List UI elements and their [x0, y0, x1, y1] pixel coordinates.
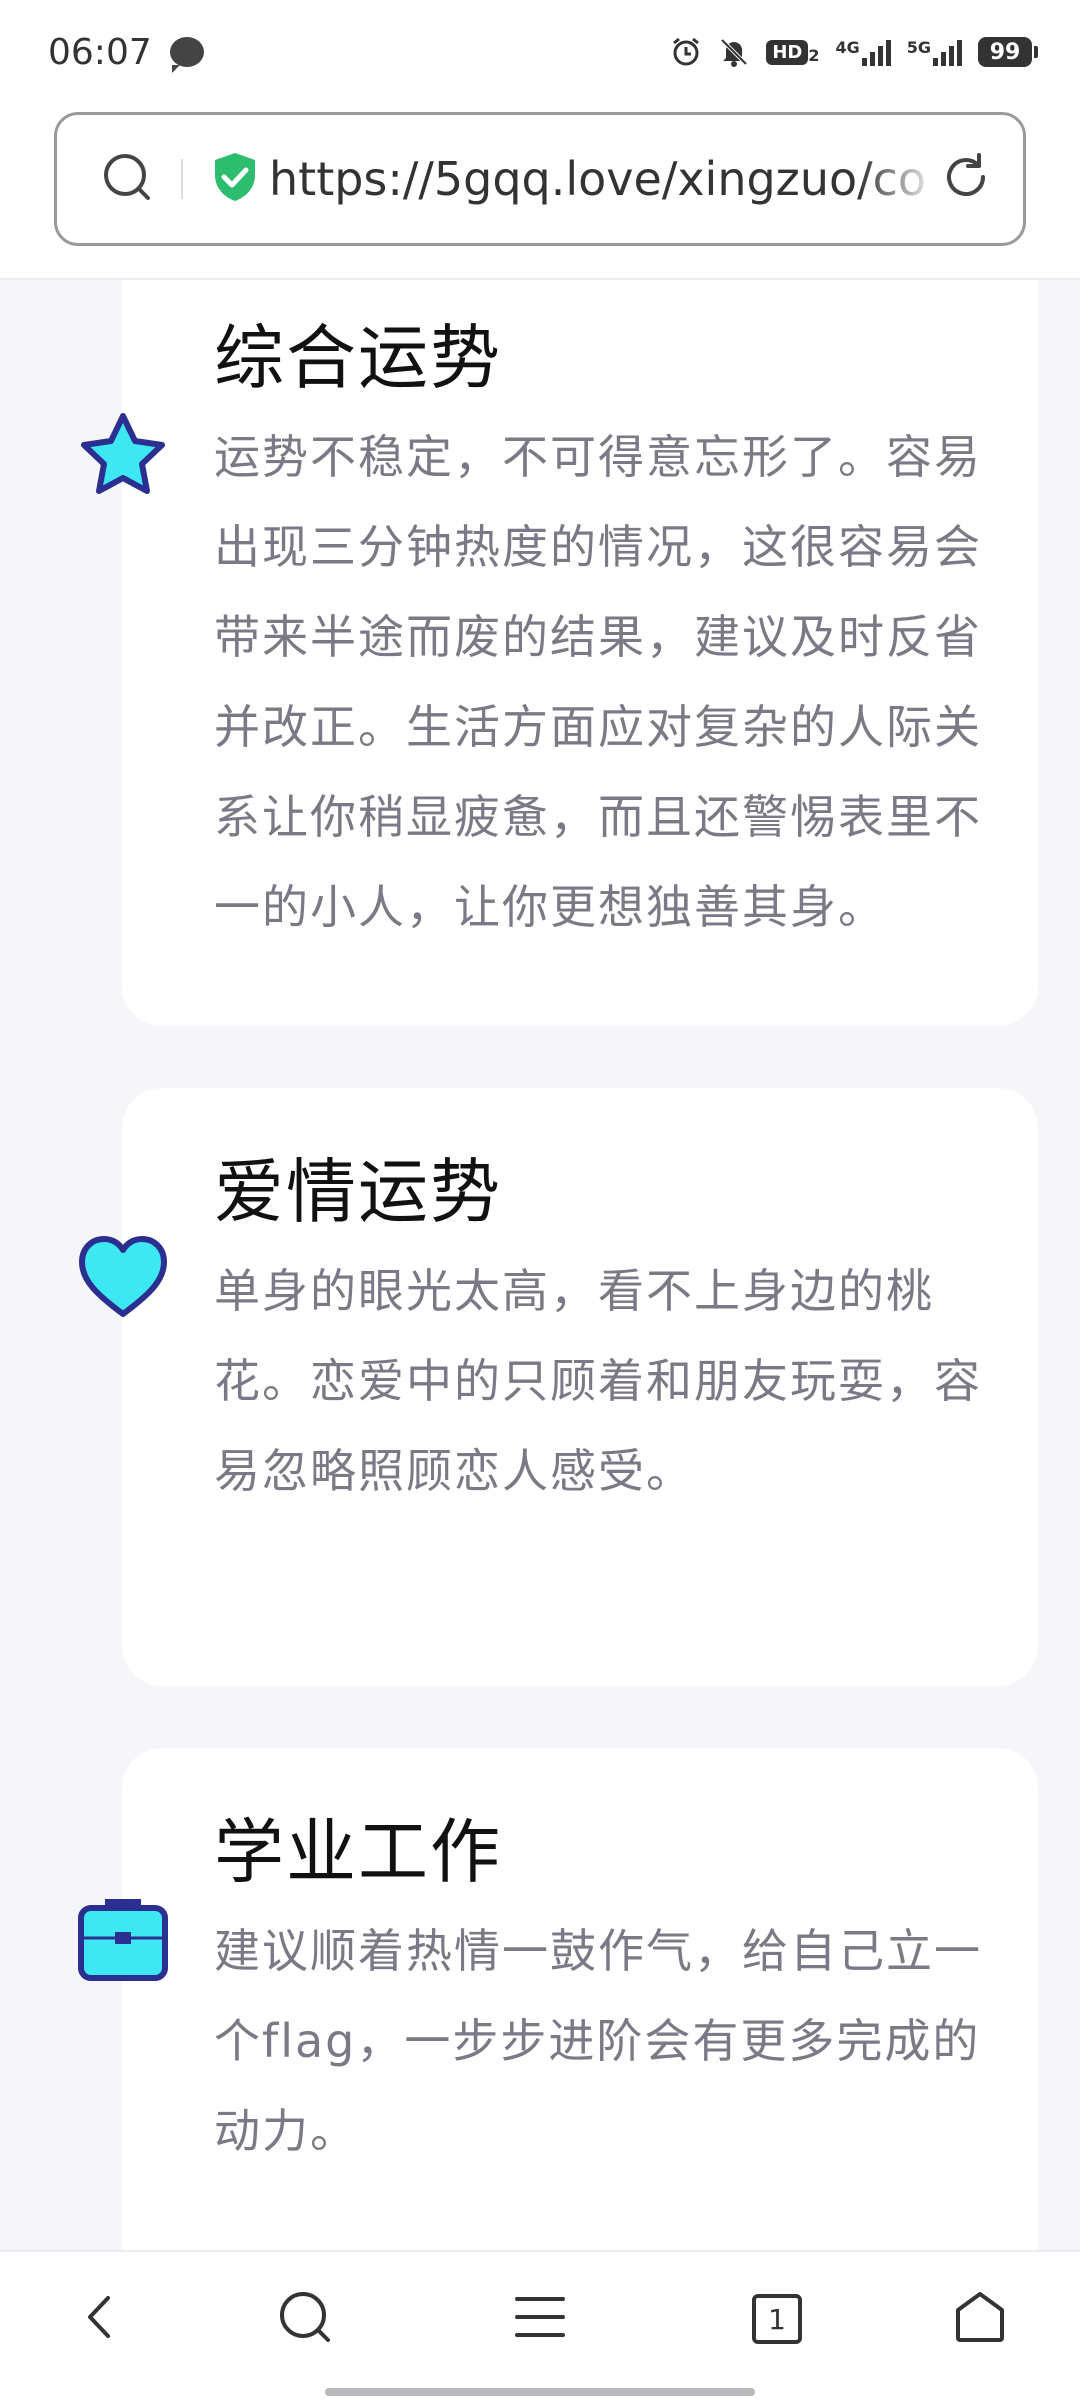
card-text-line: 易忽略照顾恋人感受。	[214, 1444, 694, 1498]
status-right: HD 2 4G 5G 99	[670, 36, 1038, 68]
hd-sub: 2	[808, 45, 820, 65]
menu-icon	[513, 2294, 567, 2344]
tabs-button[interactable]: 1	[732, 2274, 822, 2364]
search-icon[interactable]	[101, 151, 153, 207]
status-bar: 06:07 HD 2 4G 5G 99	[0, 0, 1080, 104]
status-left: 06:07	[48, 32, 204, 73]
fortune-content: 综合运势 运势不稳定，不可得意忘形了。容易 出现三分钟热度的情况，这很容易会 带…	[0, 280, 1080, 2250]
home-button[interactable]	[935, 2274, 1025, 2364]
url-text[interactable]: https://5gqq.love/xingzuo/co	[269, 152, 939, 206]
signal-5g-icon: 5G	[907, 38, 962, 66]
card-text-line: 单身的眼光太高，看不上身边的桃	[214, 1264, 934, 1318]
card-text-line: 运势不稳定，不可得意忘形了。容易	[214, 430, 982, 484]
tabs-icon: 1	[752, 2294, 802, 2344]
briefcase-icon	[76, 1892, 170, 1988]
card-text-line: 一的小人，让你更想独善其身。	[214, 880, 886, 934]
home-icon	[952, 2290, 1008, 2348]
address-area: https://5gqq.love/xingzuo/co	[0, 104, 1080, 280]
card-text-line: 并改正。生活方面应对复杂的人际关	[214, 700, 982, 754]
chat-notification-icon	[169, 37, 204, 73]
chevron-left-icon	[76, 2292, 126, 2346]
url-divider	[181, 159, 183, 199]
card-text: 运势不稳定，不可得意忘形了。容易 出现三分钟热度的情况，这很容易会 带来半途而废…	[214, 412, 1004, 952]
card-text-line: 系让你稍显疲惫，而且还警惕表里不	[214, 790, 982, 844]
card-title: 爱情运势	[214, 1151, 502, 1233]
battery-level: 99	[989, 39, 1021, 65]
card-text: 建议顺着热情一鼓作气，给自己立一 个flag，一步步进阶会有更多完成的 动力。	[214, 1906, 1004, 2176]
url-bar[interactable]: https://5gqq.love/xingzuo/co	[54, 112, 1026, 246]
card-text-line: 出现三分钟热度的情况，这很容易会	[214, 520, 982, 574]
heart-icon	[76, 1232, 170, 1326]
signal-4g-icon: 4G	[835, 38, 891, 66]
card-love-fortune: 爱情运势 单身的眼光太高，看不上身边的桃 花。恋爱中的只顾着和朋友玩耍，容 易忽…	[122, 1088, 1038, 1686]
alarm-icon	[670, 36, 702, 68]
card-study-work: 学业工作 建议顺着热情一鼓作气，给自己立一 个flag，一步步进阶会有更多完成的…	[122, 1748, 1038, 2250]
status-time: 06:07	[48, 31, 152, 73]
card-text-line: 个flag，一步步进阶会有更多完成的	[214, 2014, 981, 2068]
network-label-2: 5G	[906, 38, 931, 57]
card-text-line: 带来半途而废的结果，建议及时反省	[214, 610, 982, 664]
search-button[interactable]	[260, 2274, 350, 2364]
hd-label: HD	[766, 39, 809, 65]
card-title: 综合运势	[214, 317, 502, 399]
card-title: 学业工作	[214, 1811, 502, 1893]
mute-bell-icon	[718, 36, 750, 68]
menu-button[interactable]	[495, 2274, 585, 2364]
reload-icon[interactable]	[939, 150, 993, 208]
star-icon	[76, 410, 170, 506]
search-icon	[277, 2289, 333, 2349]
tab-count: 1	[768, 2302, 786, 2336]
bottom-nav: 1	[0, 2250, 1080, 2400]
hd-icon: HD 2	[766, 39, 820, 65]
battery-icon: 99	[978, 37, 1038, 67]
network-label-1: 4G	[835, 38, 860, 57]
home-indicator[interactable]	[325, 2388, 755, 2396]
secure-shield-icon[interactable]	[211, 151, 259, 207]
card-text-line: 花。恋爱中的只顾着和朋友玩耍，容	[214, 1354, 982, 1408]
card-text: 单身的眼光太高，看不上身边的桃 花。恋爱中的只顾着和朋友玩耍，容 易忽略照顾恋人…	[214, 1246, 1004, 1516]
card-text-line: 动力。	[214, 2104, 358, 2158]
card-text-line: 建议顺着热情一鼓作气，给自己立一	[214, 1924, 982, 1978]
card-overall-fortune: 综合运势 运势不稳定，不可得意忘形了。容易 出现三分钟热度的情况，这很容易会 带…	[122, 280, 1038, 1026]
back-button[interactable]	[56, 2274, 146, 2364]
